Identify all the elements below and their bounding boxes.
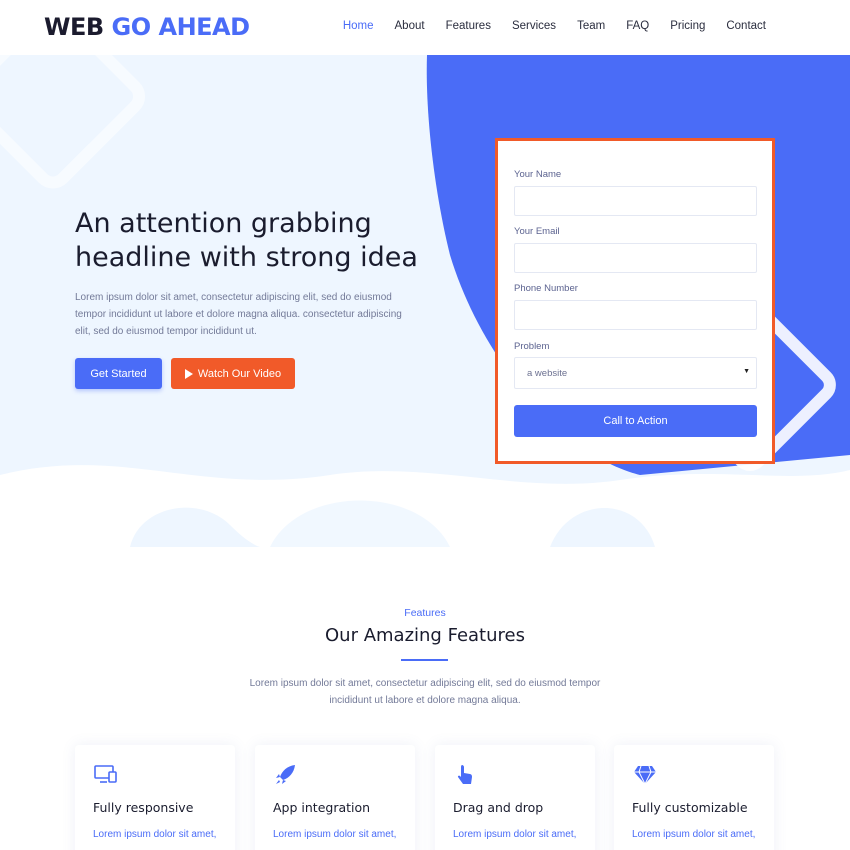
logo-part-go-ahead: GO AHEAD	[111, 13, 251, 41]
features-description: Lorem ipsum dolor sit amet, consectetur …	[249, 678, 601, 706]
feature-card-drag-drop: Drag and drop Lorem ipsum dolor sit amet…	[435, 745, 595, 850]
logo[interactable]: WEB GO AHEAD	[44, 13, 250, 41]
watch-video-label: Watch Our Video	[197, 367, 282, 380]
feature-title: App integration	[273, 800, 371, 815]
hero-description: Lorem ipsum dolor sit amet, consectetur …	[75, 292, 402, 337]
feature-text: Lorem ipsum dolor sit amet,	[632, 829, 756, 840]
nav-faq[interactable]: FAQ	[626, 20, 649, 32]
feature-text: Lorem ipsum dolor sit amet,	[93, 829, 217, 840]
features-title: Our Amazing Features	[325, 625, 525, 646]
nav-contact[interactable]: Contact	[726, 20, 766, 32]
nav-team[interactable]: Team	[577, 20, 605, 32]
phone-label: Phone Number	[514, 283, 578, 294]
problem-select-value: a website	[527, 367, 568, 379]
watch-video-button[interactable]: Watch Our Video	[171, 358, 295, 389]
nav-services[interactable]: Services	[512, 20, 556, 32]
get-started-button[interactable]: Get Started	[75, 358, 162, 389]
phone-input[interactable]	[514, 300, 757, 330]
hand-pointer-icon	[457, 765, 472, 784]
feature-title: Drag and drop	[453, 800, 544, 815]
problem-select[interactable]: a website ▼	[514, 357, 757, 389]
nav-home[interactable]: Home	[343, 20, 374, 32]
diamond-icon	[634, 765, 656, 786]
email-input[interactable]	[514, 243, 757, 273]
name-label: Your Name	[514, 169, 562, 180]
contact-form-card: Your Name Your Email Phone Number Proble…	[495, 138, 775, 464]
feature-text: Lorem ipsum dolor sit amet,	[273, 829, 397, 840]
main-nav: Home About Features Services Team FAQ Pr…	[322, 20, 766, 32]
site-header: WEB GO AHEAD Home About Features Service…	[0, 0, 850, 55]
feature-card-integration: App integration Lorem ipsum dolor sit am…	[255, 745, 415, 850]
nav-about[interactable]: About	[395, 20, 425, 32]
problem-label: Problem	[514, 341, 550, 352]
nav-features[interactable]: Features	[446, 20, 491, 32]
monitor-icon	[94, 765, 117, 783]
play-icon	[184, 368, 193, 379]
features-section: Features Our Amazing Features Lorem ipsu…	[0, 547, 850, 850]
hero-headline: An attention grabbing headline with stro…	[75, 208, 418, 273]
email-label: Your Email	[514, 226, 560, 237]
rocket-icon	[276, 765, 295, 784]
title-underline	[401, 659, 448, 661]
name-input[interactable]	[514, 186, 757, 216]
hero-section: An attention grabbing headline with stro…	[0, 55, 850, 547]
feature-text: Lorem ipsum dolor sit amet,	[453, 829, 577, 840]
nav-pricing[interactable]: Pricing	[670, 20, 705, 32]
feature-card-customizable: Fully customizable Lorem ipsum dolor sit…	[614, 745, 774, 850]
feature-card-responsive: Fully responsive Lorem ipsum dolor sit a…	[75, 745, 235, 850]
feature-title: Fully customizable	[632, 800, 748, 815]
logo-part-web: WEB	[44, 13, 104, 41]
feature-title: Fully responsive	[93, 800, 194, 815]
chevron-down-icon: ▼	[743, 368, 750, 375]
features-kicker: Features	[404, 607, 446, 619]
call-to-action-button[interactable]: Call to Action	[514, 405, 757, 437]
